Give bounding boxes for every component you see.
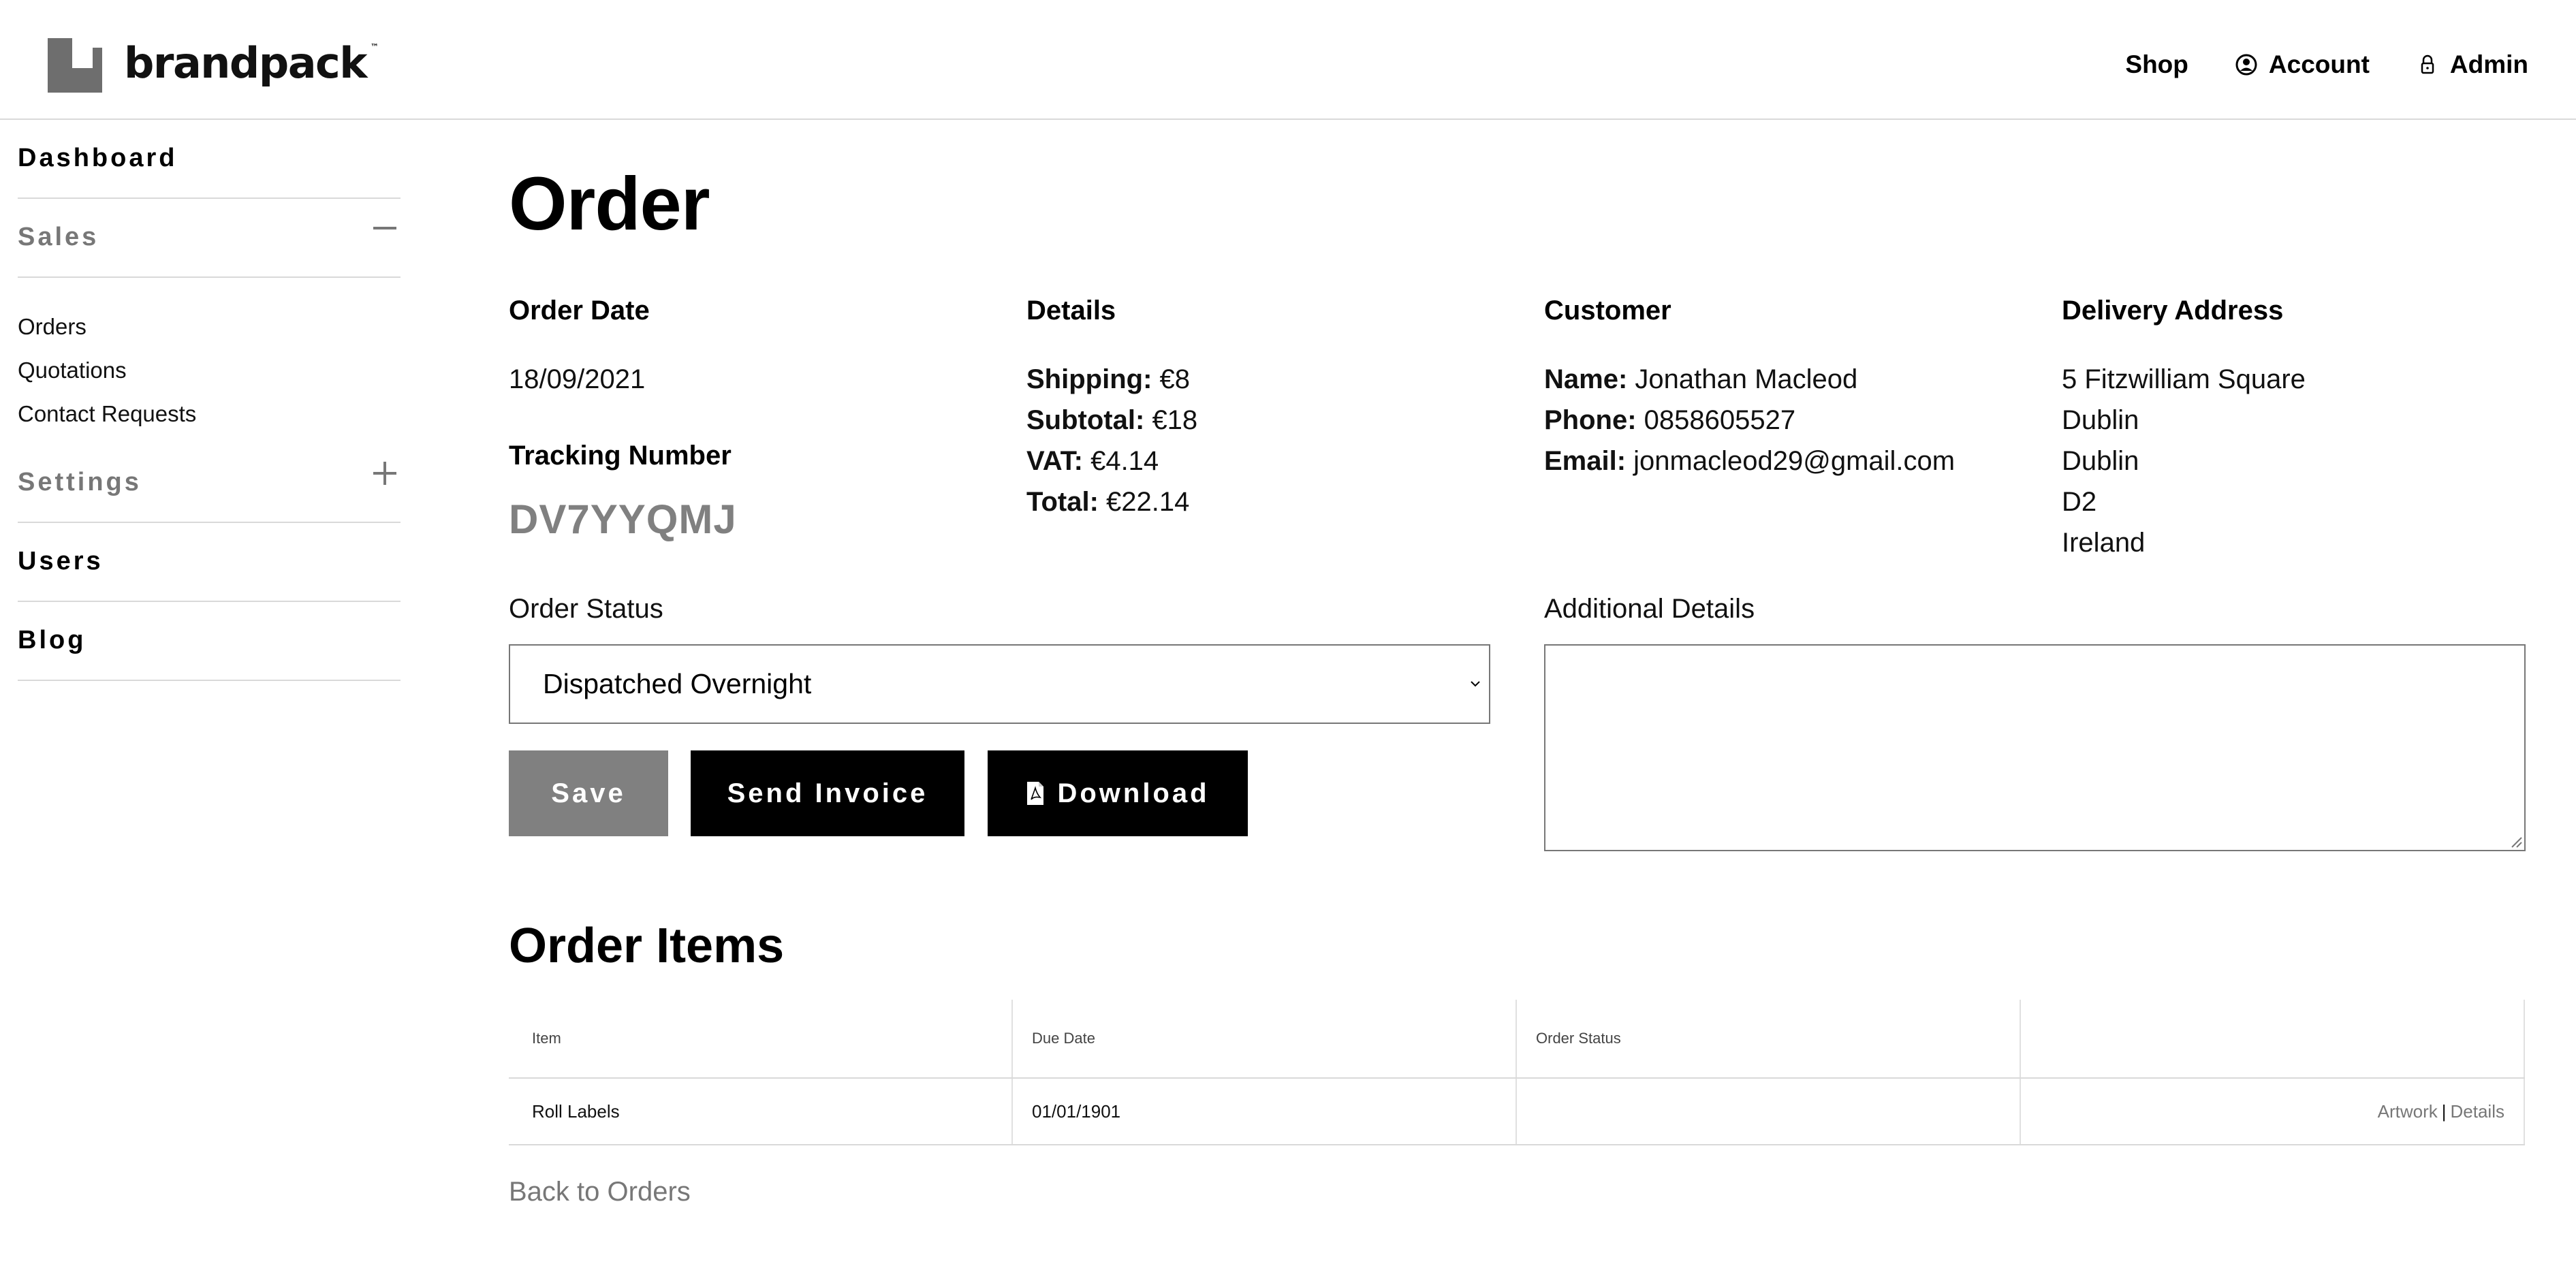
delivery-heading: Delivery Address xyxy=(2062,296,2284,326)
pdf-file-icon xyxy=(1027,782,1044,805)
sidebar-item-label: Blog xyxy=(18,626,87,654)
tracking-number: DV7YYQMJ xyxy=(509,496,737,542)
download-button-label: Download xyxy=(1057,778,1210,808)
user-circle-icon xyxy=(2235,54,2257,76)
order-date-block: Order Date 18/09/2021 Tracking Number DV… xyxy=(509,296,999,543)
customer-block: Customer Name: Jonathan Macleod Phone: 0… xyxy=(1544,296,2048,481)
page-title: Order xyxy=(509,162,710,246)
chevron-down-icon xyxy=(1471,681,1480,687)
sidebar-item-label: Settings xyxy=(18,468,142,496)
order-status-value: Dispatched Overnight xyxy=(543,668,812,699)
order-date-value: 18/09/2021 xyxy=(509,364,646,394)
nav-shop[interactable]: Shop xyxy=(2125,50,2188,79)
nav-admin[interactable]: Admin xyxy=(2416,50,2528,79)
total-line: Total: €22.14 xyxy=(1026,487,1190,517)
details-heading: Details xyxy=(1026,296,1116,326)
sales-submenu: Orders Quotations Contact Requests xyxy=(18,278,400,464)
customer-phone: Phone: 0858605527 xyxy=(1544,405,1796,435)
logo-mark-icon xyxy=(48,38,102,93)
due-date-cell: 01/01/1901 xyxy=(1013,1079,1517,1144)
actions-cell: Artwork | Details xyxy=(2021,1079,2525,1144)
customer-name: Name: Jonathan Macleod xyxy=(1544,364,1858,394)
admin-sidebar: Dashboard Sales Orders Quotations Contac… xyxy=(18,120,400,681)
column-header-due-date: Due Date xyxy=(1013,1000,1517,1077)
additional-details-label: Additional Details xyxy=(1544,594,1755,624)
sidebar-item-quotations[interactable]: Quotations xyxy=(18,357,400,400)
download-button[interactable]: Download xyxy=(988,750,1248,836)
order-status-label: Order Status xyxy=(509,594,663,624)
sidebar-item-sales[interactable]: Sales xyxy=(18,199,400,278)
additional-details-textarea[interactable] xyxy=(1544,644,2526,851)
vat-line: VAT: €4.14 xyxy=(1026,446,1159,476)
tracking-heading: Tracking Number xyxy=(509,441,732,471)
customer-email: Email: jonmacleod29@gmail.com xyxy=(1544,446,1955,476)
sidebar-item-dashboard[interactable]: Dashboard xyxy=(18,120,400,199)
sidebar-item-contact-requests[interactable]: Contact Requests xyxy=(18,400,400,444)
details-link[interactable]: Details xyxy=(2451,1101,2504,1122)
table-row: Roll Labels 01/01/1901 Artwork | Details xyxy=(509,1079,2525,1145)
sidebar-item-orders[interactable]: Orders xyxy=(18,313,400,357)
address-line: Ireland xyxy=(2062,528,2146,558)
column-header-order-status: Order Status xyxy=(1517,1000,2021,1077)
details-block: Details Shipping: €8 Subtotal: €18 VAT: … xyxy=(1026,296,1517,522)
artwork-link[interactable]: Artwork xyxy=(2378,1101,2438,1122)
sidebar-item-label: Sales xyxy=(18,223,99,251)
back-to-orders-link[interactable]: Back to Orders xyxy=(509,1177,691,1207)
save-button[interactable]: Save xyxy=(509,750,668,836)
item-cell: Roll Labels xyxy=(509,1079,1013,1144)
table-header-row: Item Due Date Order Status xyxy=(509,1000,2525,1079)
delivery-address-block: Delivery Address 5 Fitzwilliam Square Du… xyxy=(2062,296,2552,563)
send-invoice-label: Send Invoice xyxy=(727,778,928,808)
lock-icon xyxy=(2421,54,2434,74)
top-header: brandpack ™ Shop Account Admin xyxy=(0,0,2576,120)
save-button-label: Save xyxy=(551,778,626,808)
link-separator: | xyxy=(2441,1100,2447,1122)
brand-logo[interactable]: brandpack ™ xyxy=(48,37,379,93)
order-status-select[interactable]: Dispatched Overnight xyxy=(509,644,1490,724)
address-line: D2 xyxy=(2062,487,2097,517)
address-line: Dublin xyxy=(2062,405,2139,435)
resize-grip-icon[interactable] xyxy=(2508,834,2523,849)
sidebar-item-label: Users xyxy=(18,547,104,575)
plus-icon[interactable] xyxy=(373,462,396,485)
shipping-line: Shipping: €8 xyxy=(1026,364,1191,394)
column-header-actions xyxy=(2021,1000,2525,1077)
order-date-heading: Order Date xyxy=(509,296,650,326)
minus-icon[interactable] xyxy=(373,217,396,240)
sidebar-item-settings[interactable]: Settings xyxy=(18,462,400,523)
order-status-cell xyxy=(1517,1079,2021,1144)
sidebar-item-blog[interactable]: Blog xyxy=(18,602,400,681)
send-invoice-button[interactable]: Send Invoice xyxy=(691,750,964,836)
sidebar-item-label: Dashboard xyxy=(18,144,178,172)
address-line: Dublin xyxy=(2062,446,2139,476)
column-header-item: Item xyxy=(509,1000,1013,1077)
subtotal-line: Subtotal: €18 xyxy=(1026,405,1198,435)
address-line: 5 Fitzwilliam Square xyxy=(2062,364,2306,394)
customer-heading: Customer xyxy=(1544,296,1671,326)
sidebar-item-users[interactable]: Users xyxy=(18,523,400,602)
nav-account[interactable]: Account xyxy=(2235,50,2370,79)
order-items-title: Order Items xyxy=(509,919,785,973)
order-items-table: Item Due Date Order Status Roll Labels 0… xyxy=(509,1000,2525,1145)
brand-name: brandpack ™ xyxy=(124,37,379,88)
top-nav: Shop Account Admin xyxy=(2125,50,2528,79)
